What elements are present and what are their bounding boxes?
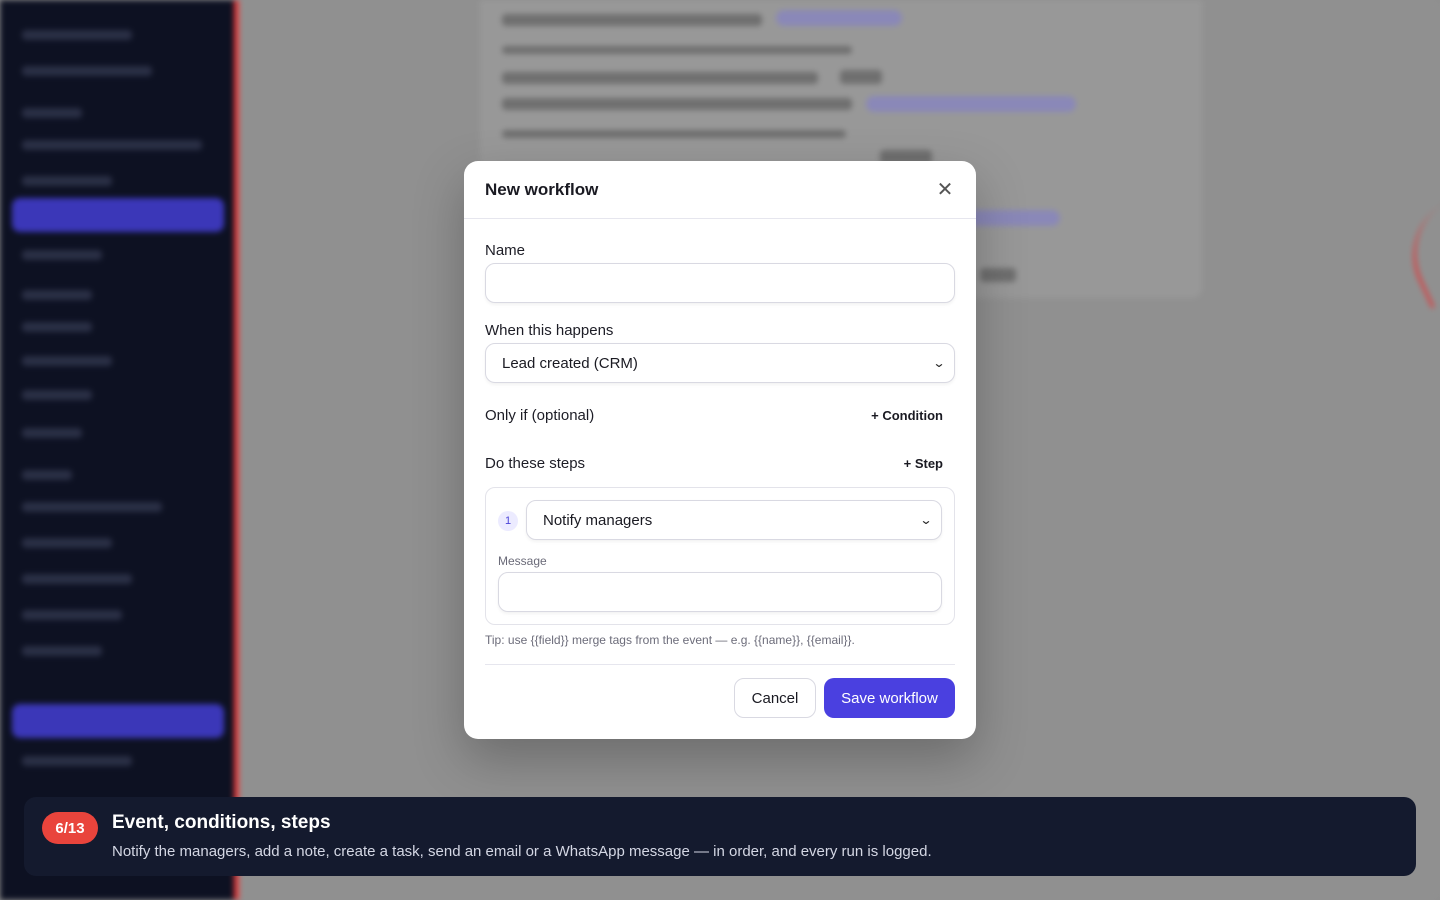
message-input[interactable]	[498, 572, 942, 612]
step-card: 1 Notify managers ⌄ Message	[485, 487, 955, 625]
add-condition-button[interactable]: + Condition	[871, 408, 955, 423]
steps-row: Do these steps + Step	[485, 451, 955, 475]
tour-banner: 6/13 Event, conditions, steps Notify the…	[24, 797, 1416, 876]
conditions-row: Only if (optional) + Condition	[485, 403, 955, 427]
cancel-button[interactable]: Cancel	[734, 678, 816, 718]
new-workflow-dialog: New workflow ✕ Name When this happens Le…	[464, 161, 976, 739]
tour-title: Event, conditions, steps	[112, 812, 331, 833]
tour-step-badge: 6/13	[42, 812, 98, 844]
name-input[interactable]	[485, 263, 955, 303]
step-number-badge: 1	[498, 511, 518, 531]
merge-tags-tip: Tip: use {{field}} merge tags from the e…	[485, 633, 855, 647]
trigger-select[interactable]: Lead created (CRM) ⌄	[485, 343, 955, 383]
name-label: Name	[485, 242, 526, 259]
sidebar	[0, 0, 234, 900]
tour-description: Notify the managers, add a note, create …	[112, 843, 932, 860]
trigger-label: When this happens	[485, 322, 614, 339]
dialog-title: New workflow	[485, 179, 599, 199]
save-workflow-button[interactable]: Save workflow	[824, 678, 955, 718]
close-icon: ✕	[936, 179, 954, 201]
steps-label: Do these steps	[485, 454, 586, 472]
chevron-down-icon: ⌄	[919, 513, 933, 527]
step-action-value: Notify managers	[543, 511, 653, 529]
close-button[interactable]: ✕	[931, 176, 959, 204]
step-action-select[interactable]: Notify managers ⌄	[526, 500, 942, 540]
dialog-header: New workflow ✕	[464, 161, 976, 219]
footer-divider	[485, 664, 955, 665]
chevron-down-icon: ⌄	[932, 356, 946, 370]
trigger-value: Lead created (CRM)	[502, 354, 638, 372]
add-step-button[interactable]: + Step	[904, 456, 955, 471]
message-label: Message	[498, 554, 547, 568]
conditions-label: Only if (optional)	[485, 406, 595, 424]
